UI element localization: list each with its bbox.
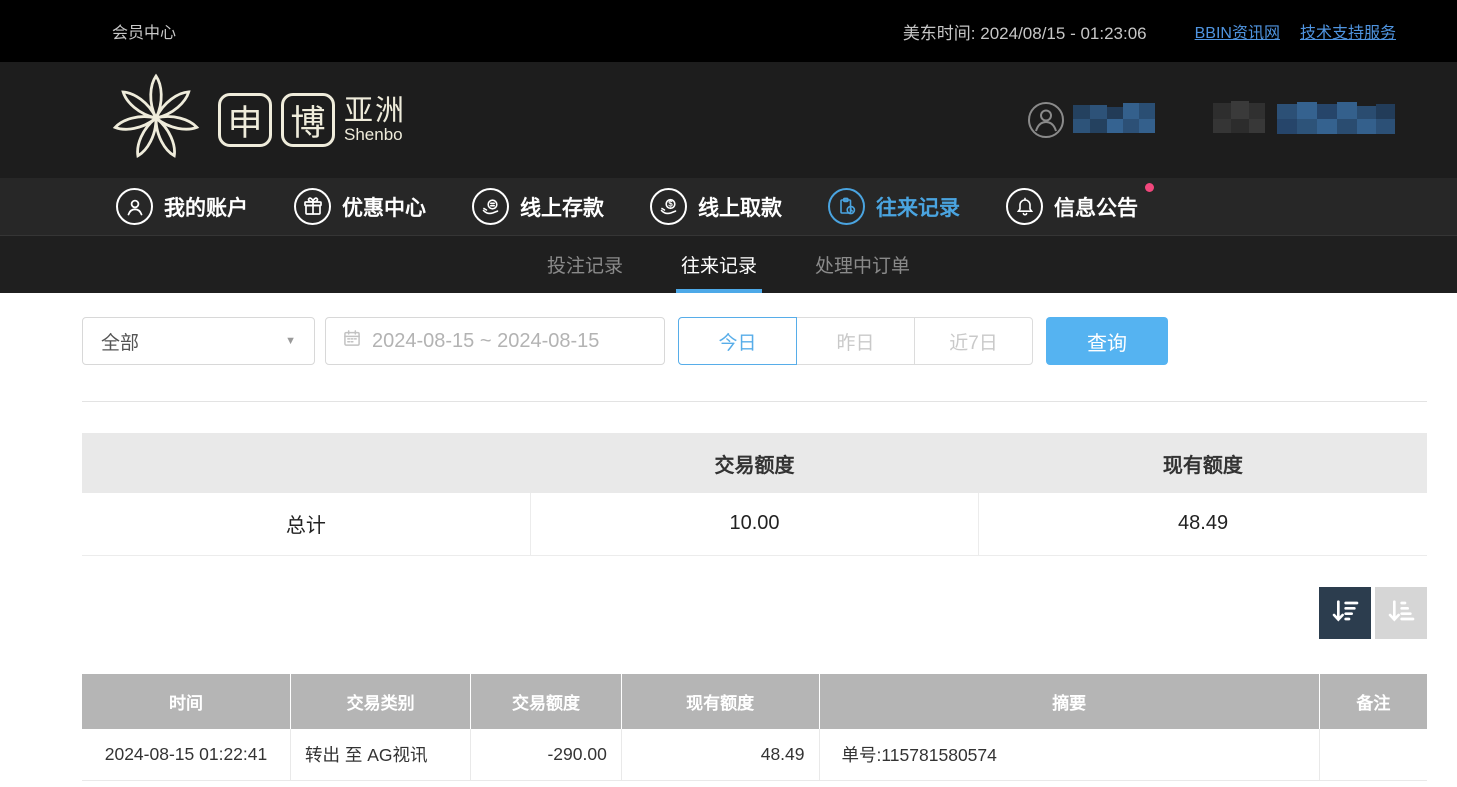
nav-label: 线上取款: [698, 192, 782, 222]
type-dropdown[interactable]: 全部 ▼: [82, 317, 315, 365]
section-divider: [82, 401, 1427, 402]
bell-icon: [1006, 188, 1043, 225]
summary-header-empty: [82, 433, 530, 493]
top-bar: 会员中心 美东时间: 2024/08/15 - 01:23:06 BBIN资讯网…: [0, 0, 1457, 62]
sort-controls: [82, 587, 1427, 639]
main-content: 全部 ▼ 2024-08-15 ~ 2024-08-15 今日 昨日 近7日 查…: [0, 317, 1457, 781]
summary-total-row: 总计 10.00 48.49: [82, 493, 1427, 555]
logo-character-boxes: 申 博: [218, 93, 335, 147]
today-button[interactable]: 今日: [678, 317, 797, 365]
record-time: 2024-08-15 01:22:41: [82, 729, 290, 781]
records-header-remark: 备注: [1319, 674, 1427, 729]
last-7-days-button[interactable]: 近7日: [914, 317, 1033, 365]
redacted-username: [1277, 102, 1395, 139]
sort-ascending-icon: [1385, 595, 1417, 630]
date-range-value: 2024-08-15 ~ 2024-08-15: [372, 330, 599, 353]
nav-item-withdraw[interactable]: $ 线上取款: [650, 188, 782, 225]
nav-item-promotions[interactable]: 优惠中心: [294, 188, 426, 225]
sort-descending-icon: [1329, 595, 1361, 630]
records-header-time: 时间: [82, 674, 290, 729]
record-balance: 48.49: [621, 729, 819, 781]
records-header-balance: 现有额度: [621, 674, 819, 729]
summary-header-transaction-amount: 交易额度: [530, 433, 978, 493]
calendar-icon: [342, 328, 362, 354]
site-header: 申 博 亚洲 Shenbo: [0, 62, 1457, 178]
nav-item-my-account[interactable]: 我的账户: [116, 188, 248, 225]
records-header-summary: 摘要: [819, 674, 1319, 729]
main-nav: 我的账户 优惠中心 线上存款 $: [0, 178, 1457, 235]
tech-support-link[interactable]: 技术支持服务: [1300, 19, 1396, 43]
logo-subtitle-text: Shenbo: [344, 126, 406, 144]
nav-item-announcements[interactable]: 信息公告: [1006, 188, 1138, 225]
chevron-down-icon: ▼: [285, 335, 296, 347]
record-remark: [1319, 729, 1427, 781]
flower-logo-icon: [108, 70, 204, 171]
withdraw-hand-dollar-icon: $: [650, 188, 687, 225]
table-row: 2024-08-15 01:22:41 转出 至 AG视讯 -290.00 48…: [82, 729, 1427, 781]
gift-icon: [294, 188, 331, 225]
nav-label: 线上存款: [520, 192, 604, 222]
nav-label: 我的账户: [164, 192, 248, 222]
nav-label: 往来记录: [876, 192, 960, 222]
nav-item-transaction-records[interactable]: 往来记录: [828, 188, 960, 225]
logo-region-text: 亚洲: [344, 96, 406, 126]
user-info-area: [1027, 101, 1395, 140]
tab-transaction-records[interactable]: 往来记录: [676, 236, 762, 293]
summary-header-row: 交易额度 现有额度: [82, 433, 1427, 493]
logo-char-bo: 博: [281, 93, 335, 147]
logo-region-block: 亚洲 Shenbo: [344, 96, 406, 144]
redacted-balance: [1073, 103, 1155, 138]
record-amount: -290.00: [471, 729, 622, 781]
user-icon: [116, 188, 153, 225]
sort-descending-button[interactable]: [1319, 587, 1371, 639]
record-summary: 单号:115781580574: [819, 729, 1319, 781]
svg-text:$: $: [668, 199, 673, 208]
sort-ascending-button[interactable]: [1375, 587, 1427, 639]
records-header-amount: 交易额度: [471, 674, 622, 729]
redacted-currency: [1213, 101, 1265, 140]
tab-processing-orders[interactable]: 处理中订单: [810, 236, 915, 293]
records-clipboard-icon: [828, 188, 865, 225]
topbar-right: 美东时间: 2024/08/15 - 01:23:06 BBIN资讯网 技术支持…: [903, 19, 1396, 44]
query-button[interactable]: 查询: [1046, 317, 1168, 365]
member-center-title: 会员中心: [112, 19, 176, 43]
deposit-hand-coin-icon: [472, 188, 509, 225]
bbin-news-link[interactable]: BBIN资讯网: [1195, 19, 1280, 43]
records-table: 时间 交易类别 交易额度 现有额度 摘要 备注 2024-08-15 01:22…: [82, 674, 1427, 782]
records-header-row: 时间 交易类别 交易额度 现有额度 摘要 备注: [82, 674, 1427, 729]
type-dropdown-value: 全部: [101, 328, 139, 355]
record-type: 转出 至 AG视讯: [290, 729, 470, 781]
avatar-icon[interactable]: [1027, 101, 1065, 139]
records-header-type: 交易类别: [290, 674, 470, 729]
tab-betting-records[interactable]: 投注记录: [542, 236, 628, 293]
summary-table: 交易额度 现有额度 总计 10.00 48.49: [82, 433, 1427, 556]
quick-range-group: 今日 昨日 近7日: [678, 317, 1033, 365]
nav-label: 优惠中心: [342, 192, 426, 222]
date-range-input[interactable]: 2024-08-15 ~ 2024-08-15: [325, 317, 665, 365]
shenbo-logo[interactable]: 申 博 亚洲 Shenbo: [108, 70, 406, 171]
notification-dot: [1145, 183, 1154, 192]
summary-current-balance: 48.49: [979, 493, 1427, 555]
nav-item-deposit[interactable]: 线上存款: [472, 188, 604, 225]
eastern-time-label: 美东时间: 2024/08/15 - 01:23:06: [903, 19, 1147, 44]
logo-char-shen: 申: [218, 93, 272, 147]
summary-header-current-balance: 现有额度: [979, 433, 1427, 493]
record-tabs: 投注记录 往来记录 处理中订单: [0, 235, 1457, 293]
filter-row: 全部 ▼ 2024-08-15 ~ 2024-08-15 今日 昨日 近7日 查…: [82, 317, 1427, 365]
nav-label: 信息公告: [1054, 192, 1138, 222]
summary-total-label: 总计: [82, 493, 530, 555]
summary-transaction-amount: 10.00: [530, 493, 978, 555]
yesterday-button[interactable]: 昨日: [796, 317, 915, 365]
